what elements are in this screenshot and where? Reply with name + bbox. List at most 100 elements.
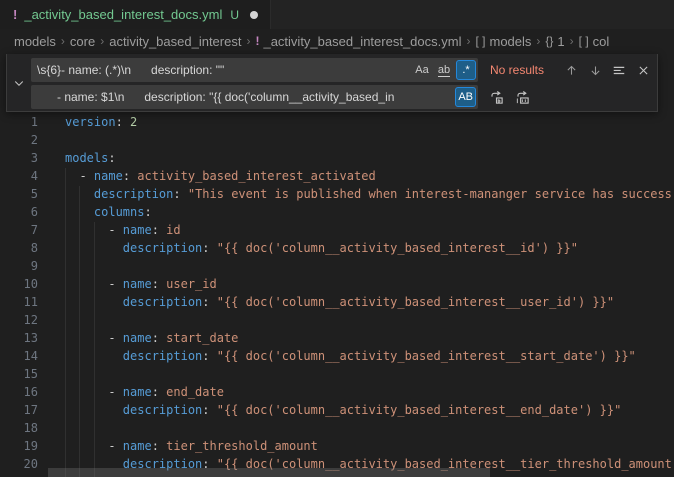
code-text: [38, 131, 65, 149]
code-text: - name: activity_based_interest_activate…: [38, 167, 376, 185]
code-line[interactable]: 17 description: "{{ doc('column__activit…: [0, 401, 674, 419]
breadcrumb-item-symbol-columns[interactable]: col: [593, 34, 610, 49]
match-case-toggle[interactable]: Aa: [412, 60, 432, 80]
toggle-replace-chevron[interactable]: [7, 54, 31, 111]
breadcrumb-item-file[interactable]: _activity_based_interest_docs.yml: [263, 34, 461, 49]
find-input[interactable]: \s{6}- name: (.*)\n description: "" Aa a…: [31, 58, 478, 82]
code-line[interactable]: 7 - name: id: [0, 221, 674, 239]
code-line[interactable]: 10 - name: user_id: [0, 275, 674, 293]
code-line[interactable]: 13 - name: start_date: [0, 329, 674, 347]
code-text: columns:: [38, 203, 152, 221]
replace-input[interactable]: - name: $1\n description: "{{ doc('colum…: [31, 85, 478, 109]
line-number: 8: [0, 239, 38, 257]
chevron-right-icon: ›: [536, 34, 540, 48]
code-text: description: "{{ doc('column__activity_b…: [38, 239, 578, 257]
code-line[interactable]: 18: [0, 419, 674, 437]
chevron-right-icon: ›: [100, 34, 104, 48]
replace-button[interactable]: [486, 87, 506, 107]
line-number: 5: [0, 185, 38, 203]
array-symbol-icon: [ ]: [579, 34, 589, 48]
code-line[interactable]: 2: [0, 131, 674, 149]
code-text: description: "This event is published wh…: [38, 185, 672, 203]
indent-guide: [94, 222, 95, 477]
chevron-right-icon: ›: [246, 34, 250, 48]
breadcrumb-item-symbol-1[interactable]: 1: [557, 34, 564, 49]
preserve-case-toggle[interactable]: AB: [455, 87, 476, 107]
code-line[interactable]: 19 - name: tier_threshold_amount: [0, 437, 674, 455]
code-text: description: "{{ doc('column__activity_b…: [38, 293, 614, 311]
find-results-status: No results: [490, 63, 544, 77]
code-text: models:: [38, 149, 116, 167]
next-match-button[interactable]: [585, 60, 605, 80]
line-number: 11: [0, 293, 38, 311]
code-line[interactable]: 14 description: "{{ doc('column__activit…: [0, 347, 674, 365]
horizontal-scrollbar[interactable]: [48, 468, 490, 477]
selection-lines-icon: [612, 63, 626, 77]
code-text: [38, 419, 65, 437]
find-in-selection-button[interactable]: [609, 60, 629, 80]
editor-tab[interactable]: ! _activity_based_interest_docs.yml U: [0, 0, 271, 29]
regex-toggle[interactable]: .*: [456, 60, 476, 80]
line-number: 2: [0, 131, 38, 149]
replace-value-text: - name: $1\n description: "{{ doc('colum…: [37, 90, 478, 104]
arrow-down-icon: [589, 64, 602, 77]
close-find-button[interactable]: [633, 60, 653, 80]
code-text: [38, 365, 65, 383]
yaml-file-icon: !: [13, 7, 17, 22]
indent-guide: [65, 168, 66, 477]
find-replace-widget: \s{6}- name: (.*)\n description: "" Aa a…: [6, 54, 658, 112]
code-line[interactable]: 11 description: "{{ doc('column__activit…: [0, 293, 674, 311]
vscode-window: ! _activity_based_interest_docs.yml U mo…: [0, 0, 674, 477]
code-line[interactable]: 16 - name: end_date: [0, 383, 674, 401]
line-number: 7: [0, 221, 38, 239]
code-line[interactable]: 1version: 2: [0, 113, 674, 131]
breadcrumb-item-core[interactable]: core: [70, 34, 95, 49]
whole-word-toggle[interactable]: ab: [434, 60, 454, 80]
replace-row: - name: $1\n description: "{{ doc('colum…: [31, 85, 653, 109]
replace-icon: [489, 90, 504, 105]
array-symbol-icon: [ ]: [475, 34, 485, 48]
replace-all-icon: [515, 90, 530, 105]
code-text: - name: id: [38, 221, 181, 239]
code-text: - name: start_date: [38, 329, 238, 347]
indent-guide: [79, 186, 80, 477]
breadcrumb: models › core › activity_based_interest …: [0, 29, 674, 53]
code-line[interactable]: 4 - name: activity_based_interest_activa…: [0, 167, 674, 185]
line-number: 13: [0, 329, 38, 347]
breadcrumb-item-folder[interactable]: activity_based_interest: [109, 34, 241, 49]
line-number: 6: [0, 203, 38, 221]
breadcrumb-item-models[interactable]: models: [14, 34, 56, 49]
code-line[interactable]: 3models:: [0, 149, 674, 167]
line-number: 17: [0, 401, 38, 419]
previous-match-button[interactable]: [561, 60, 581, 80]
line-number: 4: [0, 167, 38, 185]
line-number: 3: [0, 149, 38, 167]
code-line[interactable]: 12: [0, 311, 674, 329]
line-number: 10: [0, 275, 38, 293]
line-number: 19: [0, 437, 38, 455]
chevron-right-icon: ›: [466, 34, 470, 48]
close-icon: [637, 64, 650, 77]
line-number: 1: [0, 113, 38, 131]
code-line[interactable]: 6 columns:: [0, 203, 674, 221]
code-text: [38, 257, 65, 275]
code-line[interactable]: 5 description: "This event is published …: [0, 185, 674, 203]
code-text: description: "{{ doc('column__activity_b…: [38, 347, 636, 365]
modified-dot-icon[interactable]: [250, 11, 258, 19]
yaml-file-icon: !: [255, 34, 259, 48]
object-symbol-icon: {}: [545, 34, 553, 48]
code-editor[interactable]: 1version: 223models:4 - name: activity_b…: [0, 113, 674, 477]
breadcrumb-item-symbol-models[interactable]: models: [489, 34, 531, 49]
code-text: [38, 311, 65, 329]
code-text: description: "{{ doc('column__activity_b…: [38, 401, 621, 419]
line-number: 12: [0, 311, 38, 329]
code-line[interactable]: 15: [0, 365, 674, 383]
code-line[interactable]: 9: [0, 257, 674, 275]
find-row: \s{6}- name: (.*)\n description: "" Aa a…: [31, 58, 653, 82]
line-number: 15: [0, 365, 38, 383]
line-number: 18: [0, 419, 38, 437]
line-number: 14: [0, 347, 38, 365]
replace-all-button[interactable]: [512, 87, 532, 107]
arrow-up-icon: [565, 64, 578, 77]
code-line[interactable]: 8 description: "{{ doc('column__activity…: [0, 239, 674, 257]
